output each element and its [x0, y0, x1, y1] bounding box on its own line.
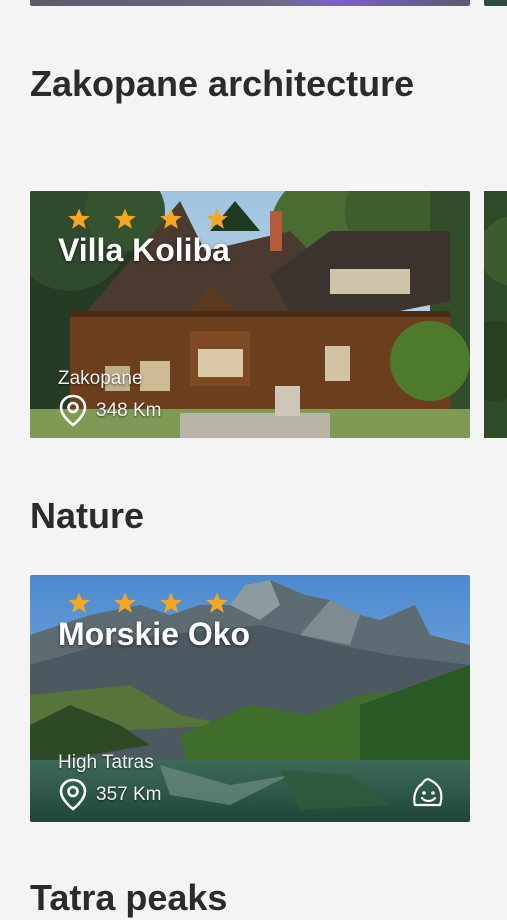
next-card-photo: [484, 191, 507, 438]
card-region: Zakopane: [58, 368, 143, 389]
location-pin-icon: [59, 778, 87, 811]
star-icon: [114, 592, 136, 613]
star-icon: [206, 208, 228, 229]
rating-stars: [67, 207, 229, 231]
star-icon: [206, 592, 228, 613]
attraction-card[interactable]: Morskie Oko High Tatras 357 Km: [30, 575, 470, 822]
distance-text: 348 Km: [96, 400, 162, 421]
attraction-card[interactable]: Villa Koliba Zakopane 348 Km: [30, 191, 470, 438]
card-title: Villa Koliba: [58, 232, 230, 268]
rating-stars: [67, 591, 229, 615]
star-icon: [68, 592, 90, 613]
section-title: Nature: [30, 495, 145, 536]
star-icon: [160, 208, 182, 229]
star-icon: [160, 592, 182, 613]
card-distance: 348 Km: [58, 394, 161, 428]
next-card-peek[interactable]: [484, 191, 507, 438]
smiling-face-icon: [413, 778, 443, 807]
section-title: Tatra peaks: [30, 877, 228, 918]
card-region: High Tatras: [58, 752, 154, 773]
distance-text: 357 Km: [96, 784, 162, 805]
card-title: Morskie Oko: [58, 616, 251, 652]
previous-section-card[interactable]: [30, 0, 470, 6]
star-icon: [114, 208, 136, 229]
card-distance: 357 Km: [58, 778, 161, 812]
location-pin-icon: [59, 394, 87, 427]
section-title: Zakopane architecture: [30, 63, 415, 104]
star-icon: [68, 208, 90, 229]
previous-section-next-card[interactable]: [484, 0, 507, 6]
